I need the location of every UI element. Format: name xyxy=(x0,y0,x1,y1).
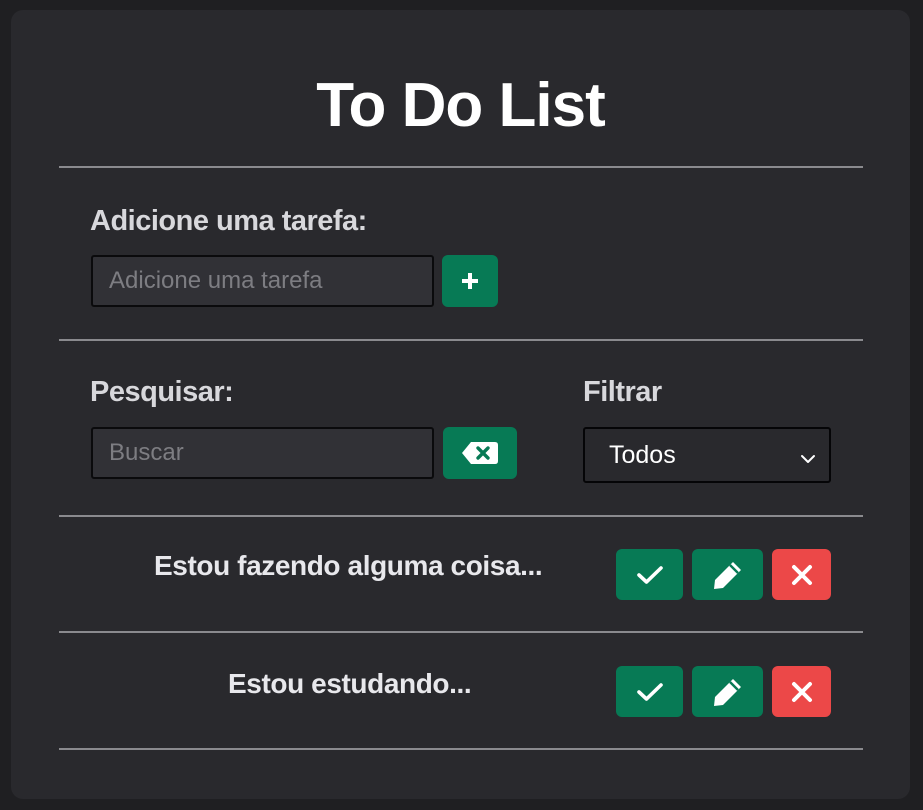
pencil-icon xyxy=(711,558,745,592)
divider xyxy=(59,631,863,633)
page-title: To Do List xyxy=(316,71,605,140)
plus-icon xyxy=(460,271,480,291)
task-text: Estou fazendo alguma coisa... xyxy=(154,550,543,581)
filter-selected-value: Todos xyxy=(609,440,676,469)
check-icon xyxy=(636,564,664,586)
divider xyxy=(59,339,863,341)
filter-select[interactable]: Todos xyxy=(583,427,831,483)
filter-label: Filtrar xyxy=(583,376,662,408)
task-text: Estou estudando... xyxy=(228,668,472,699)
complete-task-button[interactable] xyxy=(616,666,683,717)
divider xyxy=(59,748,863,750)
divider xyxy=(59,166,863,168)
close-icon xyxy=(791,681,813,703)
edit-task-button[interactable] xyxy=(692,666,763,717)
check-icon xyxy=(636,681,664,703)
todo-card: To Do List Adicione uma tarefa: Pesquisa… xyxy=(11,10,910,799)
chevron-down-icon xyxy=(799,446,817,475)
add-task-input[interactable] xyxy=(91,255,434,307)
clear-search-button[interactable] xyxy=(443,427,517,479)
add-task-button[interactable] xyxy=(442,255,498,307)
complete-task-button[interactable] xyxy=(616,549,683,600)
divider xyxy=(59,515,863,517)
search-label: Pesquisar: xyxy=(90,376,234,408)
close-icon xyxy=(791,564,813,586)
backspace-icon xyxy=(461,441,499,465)
delete-task-button[interactable] xyxy=(772,549,831,600)
delete-task-button[interactable] xyxy=(772,666,831,717)
add-task-label: Adicione uma tarefa: xyxy=(90,205,367,237)
search-input[interactable] xyxy=(91,427,434,479)
edit-task-button[interactable] xyxy=(692,549,763,600)
pencil-icon xyxy=(711,675,745,709)
